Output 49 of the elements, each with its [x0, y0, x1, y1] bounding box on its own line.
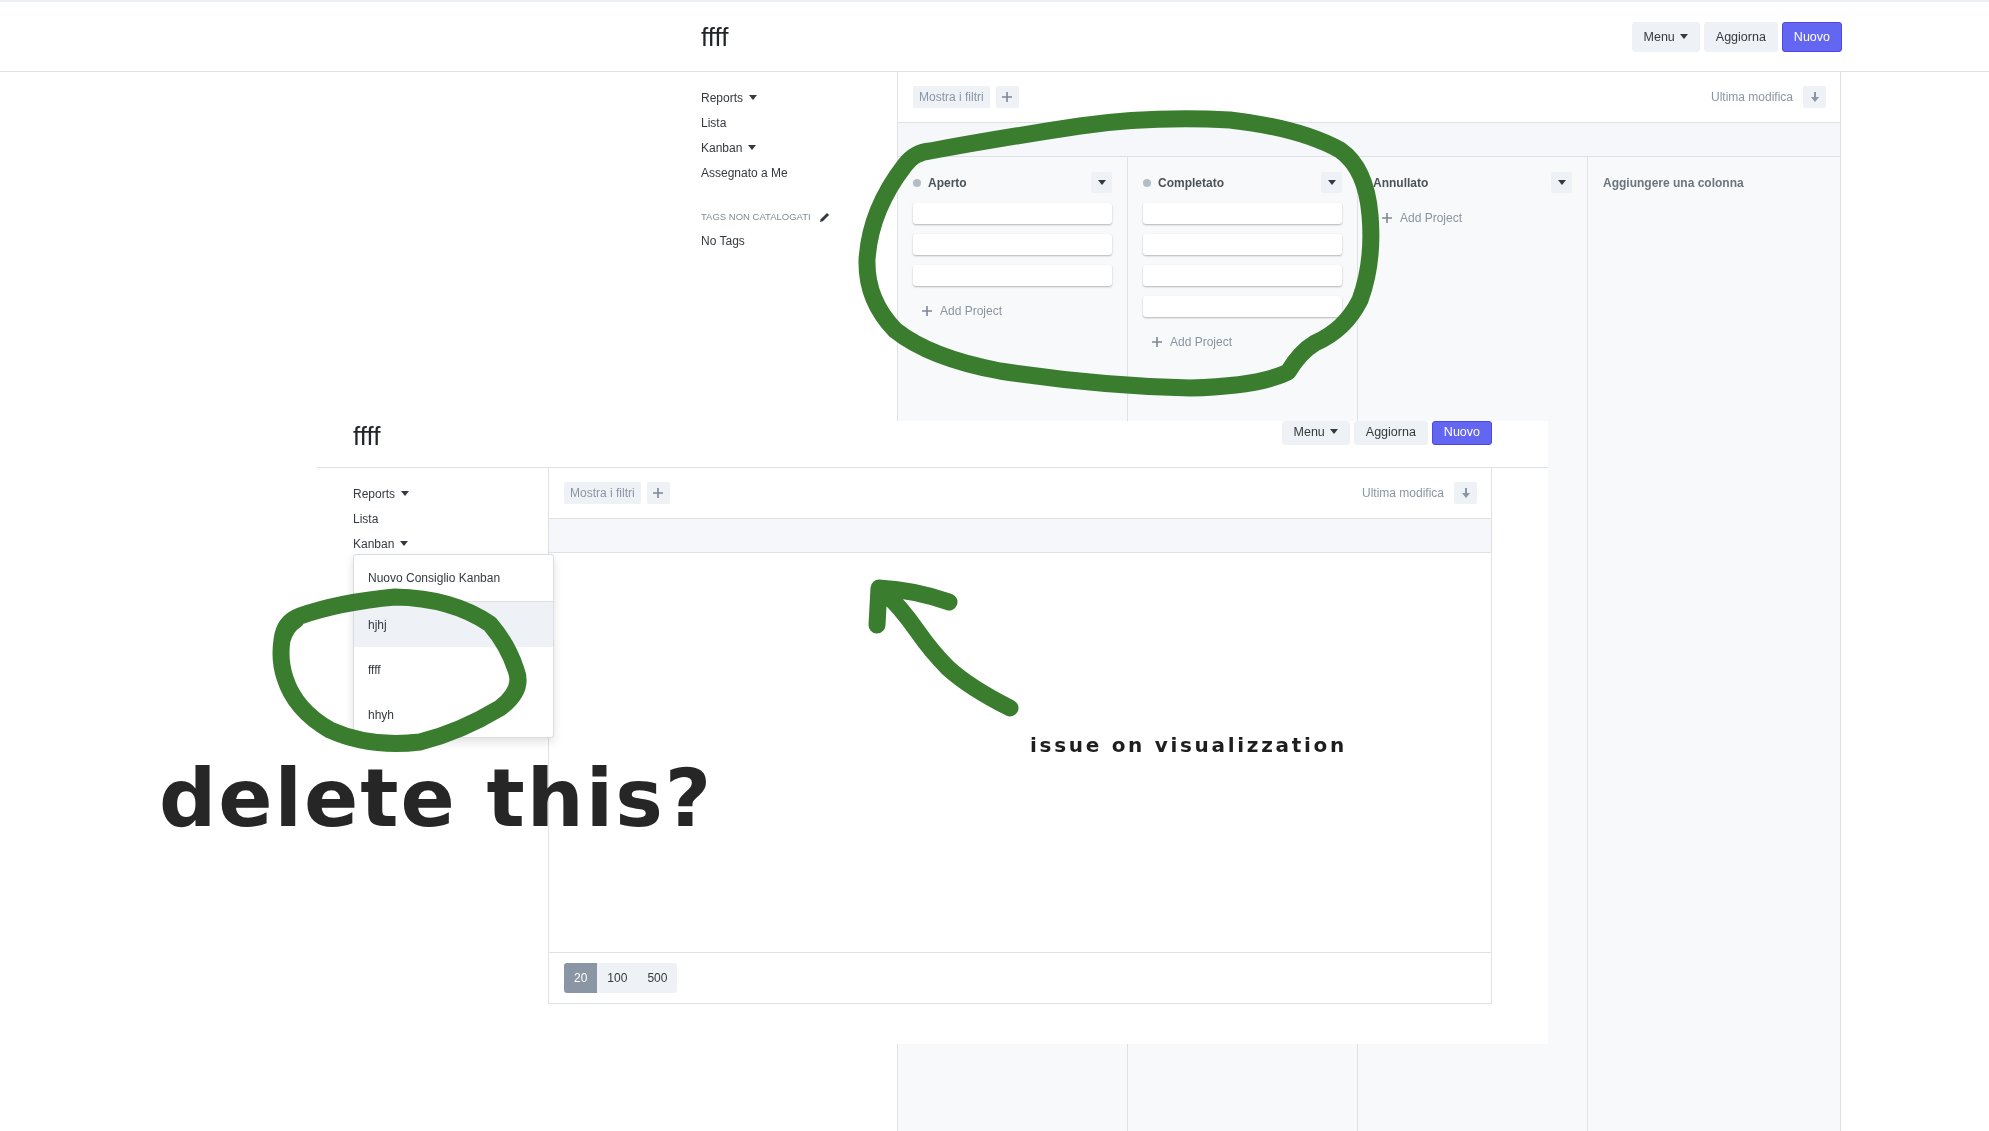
plus-icon	[1382, 213, 1392, 223]
header-button[interactable]: Aggiorna	[1353, 421, 1428, 445]
menu-button[interactable]: Menu	[1631, 21, 1700, 52]
add-filter-button[interactable]	[646, 482, 670, 504]
caret-icon	[1097, 180, 1106, 185]
menu-item[interactable]: ffff	[354, 647, 553, 692]
section-label: TAGS NON CATALOGATI	[701, 210, 811, 224]
sidebar-item[interactable]: Lista	[701, 114, 727, 131]
sidebar-item[interactable]: Kanban	[701, 139, 757, 156]
plus-icon	[922, 306, 932, 316]
page-title: ffff	[353, 421, 381, 451]
plus-icon	[1002, 92, 1013, 102]
sidebar-item[interactable]: Reports	[701, 89, 758, 106]
column-title: Aperto	[928, 175, 967, 190]
primary-button[interactable]: Nuovo	[1431, 421, 1492, 445]
page-size-button[interactable]: 100	[597, 963, 638, 993]
add-filter-button[interactable]	[995, 86, 1019, 108]
column-title: Annullato	[1373, 175, 1429, 190]
annotation-text: issue on visualizzation	[1030, 733, 1347, 757]
column-menu-button[interactable]	[1551, 172, 1572, 193]
arrow-down-icon	[1810, 92, 1819, 102]
pencil-icon[interactable]	[819, 212, 830, 222]
column-title: Completato	[1158, 175, 1224, 190]
plus-icon	[1152, 337, 1162, 347]
caret-icon	[1679, 34, 1688, 39]
header-button[interactable]: Aggiorna	[1703, 21, 1778, 52]
caret-icon	[1557, 180, 1566, 185]
empty-tags-text: No Tags	[701, 233, 745, 249]
add-column-link[interactable]: Aggiungere una colonna	[1603, 174, 1744, 191]
page-title: ffff	[701, 21, 729, 52]
menu-button[interactable]: Menu	[1281, 421, 1350, 445]
page-size-button[interactable]: 500	[637, 963, 678, 993]
sidebar-item[interactable]: Reports	[353, 485, 410, 502]
caret-icon	[1327, 180, 1336, 185]
caret-icon	[1329, 429, 1338, 434]
plus-icon	[653, 488, 664, 498]
column-menu-button[interactable]	[1091, 172, 1112, 193]
menu-item[interactable]: hhyh	[354, 692, 553, 737]
annotation-text: delete this?	[159, 759, 714, 839]
sort-label: Ultima modifica	[1710, 90, 1793, 104]
sort-button[interactable]	[1454, 482, 1477, 504]
sidebar-item[interactable]: Assegnato a Me	[701, 164, 788, 181]
sidebar-item[interactable]: Lista	[353, 510, 379, 527]
sort-label: Ultima modifica	[1361, 486, 1444, 500]
primary-button[interactable]: Nuovo	[1781, 21, 1842, 52]
sort-button[interactable]	[1803, 86, 1826, 108]
arrow-down-icon	[1461, 488, 1470, 498]
column-menu-button[interactable]	[1321, 172, 1342, 193]
sidebar-item[interactable]: Kanban	[353, 535, 409, 552]
